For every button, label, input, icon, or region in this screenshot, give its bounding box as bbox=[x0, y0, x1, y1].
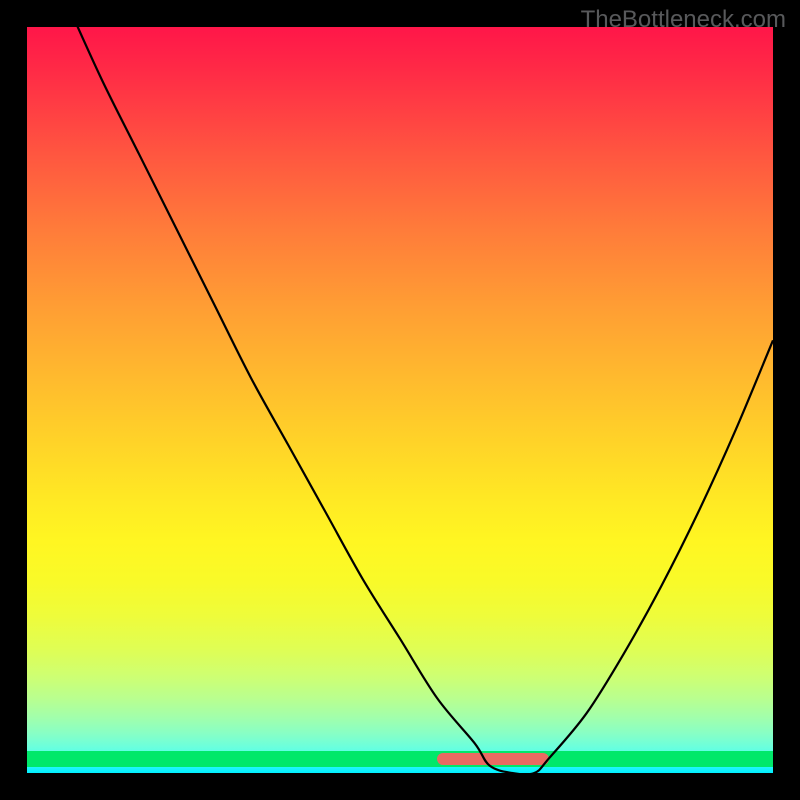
watermark-text: TheBottleneck.com bbox=[581, 6, 786, 34]
bottleneck-curve-path bbox=[27, 27, 773, 773]
chart-frame: TheBottleneck.com bbox=[0, 0, 800, 800]
plot-area bbox=[27, 27, 773, 773]
curve-svg bbox=[27, 27, 773, 773]
